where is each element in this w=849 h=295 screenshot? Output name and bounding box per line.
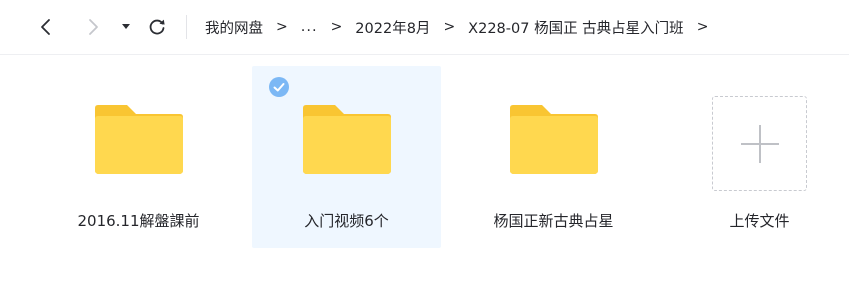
plus-icon	[740, 124, 779, 163]
back-button[interactable]	[32, 12, 60, 42]
folder-icon	[302, 105, 391, 174]
breadcrumb: 我的网盘 > ... > 2022年8月 > X228-07 杨国正 古典占星入…	[205, 15, 708, 39]
refresh-icon	[149, 19, 165, 35]
history-dropdown-button[interactable]	[116, 12, 136, 42]
folder-name: 杨国正新古典占星	[493, 212, 614, 230]
upload-file-label[interactable]: 上传文件	[712, 210, 807, 231]
check-circle-icon[interactable]	[269, 77, 289, 97]
folder-name: 2016.11解盤課前	[77, 212, 200, 230]
breadcrumb-separator[interactable]: >	[697, 19, 709, 35]
folder-item[interactable]: 2016.11解盤課前	[44, 66, 233, 248]
breadcrumb-current-folder[interactable]: X228-07 杨国正 古典占星入门班	[468, 17, 684, 38]
breadcrumb-separator: >	[276, 19, 288, 35]
folder-item[interactable]: 杨国正新古典占星	[459, 66, 648, 248]
nav-divider	[186, 15, 187, 39]
breadcrumb-ellipsis[interactable]: ...	[301, 19, 318, 35]
caret-down-icon	[122, 24, 130, 29]
breadcrumb-separator: >	[330, 19, 343, 35]
breadcrumb-root[interactable]: 我的网盘	[205, 17, 263, 38]
refresh-button[interactable]	[143, 12, 171, 42]
breadcrumb-separator: >	[443, 19, 456, 35]
breadcrumb-month[interactable]: 2022年8月	[355, 17, 430, 38]
chevron-right-icon	[89, 19, 98, 35]
folder-item-selected[interactable]: 入门视频6个	[252, 66, 441, 248]
navigation-bar: 我的网盘 > ... > 2022年8月 > X228-07 杨国正 古典占星入…	[0, 0, 849, 55]
chevron-left-icon	[41, 19, 50, 35]
folder-icon	[94, 105, 183, 174]
folder-icon	[509, 105, 598, 174]
forward-button[interactable]	[79, 12, 107, 42]
folder-name: 入门视频6个	[304, 212, 389, 230]
upload-file-button[interactable]	[712, 96, 807, 191]
file-browser-window: 我的网盘 > ... > 2022年8月 > X228-07 杨国正 古典占星入…	[0, 0, 849, 295]
